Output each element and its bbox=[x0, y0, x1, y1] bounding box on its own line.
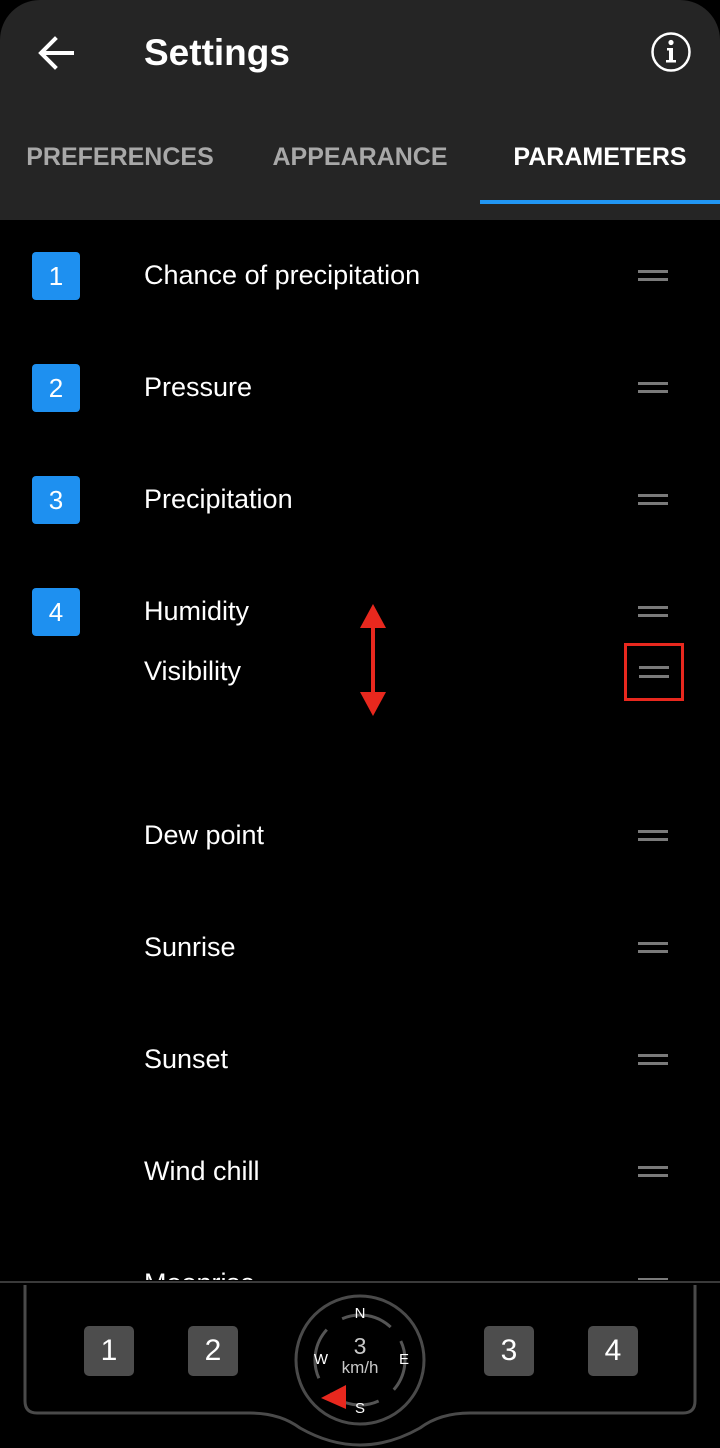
list-item[interactable]: Moonrise bbox=[0, 1228, 720, 1280]
slot-badge: 1 bbox=[32, 252, 80, 300]
list-item[interactable]: Wind chill bbox=[0, 1116, 720, 1186]
compass-west: W bbox=[313, 1351, 329, 1368]
preview-slot-2: 2 bbox=[188, 1326, 238, 1376]
preview-slot-4: 4 bbox=[588, 1326, 638, 1376]
page-title: Settings bbox=[144, 32, 290, 73]
tab-parameters[interactable]: PARAMETERS bbox=[480, 130, 720, 204]
list-item[interactable]: Sunrise bbox=[0, 892, 720, 962]
slot-badge: 2 bbox=[32, 364, 80, 412]
parameter-label: Humidity bbox=[144, 596, 250, 626]
widget-preview: 1 2 3 4 N S E W 3 km/h bbox=[0, 1283, 720, 1448]
drag-handle-icon[interactable] bbox=[632, 1048, 674, 1072]
tab-preferences[interactable]: PREFERENCES bbox=[0, 130, 240, 204]
dragging-item-label[interactable]: Visibility bbox=[144, 656, 241, 687]
list-item[interactable]: 2 Pressure bbox=[0, 332, 720, 412]
slot-badge: 3 bbox=[32, 476, 80, 524]
tab-bar: PREFERENCES APPEARANCE PARAMETERS bbox=[0, 130, 720, 204]
arrow-left-icon bbox=[38, 36, 74, 70]
settings-screen: Settings PREFERENCES APPEARANCE PARAMETE… bbox=[0, 0, 720, 1448]
parameter-label: Chance of precipitation bbox=[144, 260, 421, 290]
list-item[interactable]: Sunset bbox=[0, 1004, 720, 1074]
app-bar: Settings PREFERENCES APPEARANCE PARAMETE… bbox=[0, 0, 720, 220]
drag-handle-icon[interactable] bbox=[632, 1160, 674, 1184]
drag-handle-icon[interactable] bbox=[632, 936, 674, 960]
parameter-label: Wind chill bbox=[144, 1156, 260, 1186]
drag-handle-icon[interactable] bbox=[632, 264, 674, 288]
drag-handle-icon[interactable] bbox=[632, 824, 674, 848]
drag-handle-icon[interactable] bbox=[624, 643, 684, 701]
compass-north: N bbox=[354, 1305, 366, 1322]
wind-unit: km/h bbox=[341, 1358, 379, 1377]
preview-slot-1: 1 bbox=[84, 1326, 134, 1376]
parameter-label: Precipitation bbox=[144, 484, 293, 514]
slot-badge: 4 bbox=[32, 588, 80, 636]
parameter-label: Dew point bbox=[144, 820, 265, 850]
wind-compass: N S E W 3 km/h bbox=[293, 1293, 427, 1427]
back-button[interactable] bbox=[34, 30, 80, 76]
parameter-label: Moonrise bbox=[144, 1268, 255, 1280]
reorder-arrow-icon bbox=[360, 604, 386, 716]
info-button[interactable] bbox=[650, 31, 692, 73]
list-item[interactable]: Dew point bbox=[0, 780, 720, 850]
parameter-label: Pressure bbox=[144, 372, 253, 402]
drag-handle-icon[interactable] bbox=[632, 376, 674, 400]
drag-handle-icon[interactable] bbox=[632, 488, 674, 512]
wind-speed: 3 bbox=[353, 1333, 367, 1359]
compass-south: S bbox=[354, 1400, 365, 1417]
list-item[interactable]: 1 Chance of precipitation bbox=[0, 220, 720, 300]
drag-handle-icon[interactable] bbox=[632, 1272, 674, 1280]
parameter-label: Sunrise bbox=[144, 932, 236, 962]
drag-handle-icon[interactable] bbox=[632, 600, 674, 624]
list-item[interactable]: 3 Precipitation bbox=[0, 444, 720, 524]
parameter-label: Sunset bbox=[144, 1044, 229, 1074]
compass-east: E bbox=[398, 1351, 409, 1368]
parameter-list[interactable]: 1 Chance of precipitation 2 Pressure 3 P… bbox=[0, 220, 720, 1280]
info-icon bbox=[651, 32, 691, 72]
active-tab-indicator bbox=[480, 200, 720, 204]
tab-appearance[interactable]: APPEARANCE bbox=[240, 130, 480, 204]
preview-slot-3: 3 bbox=[484, 1326, 534, 1376]
